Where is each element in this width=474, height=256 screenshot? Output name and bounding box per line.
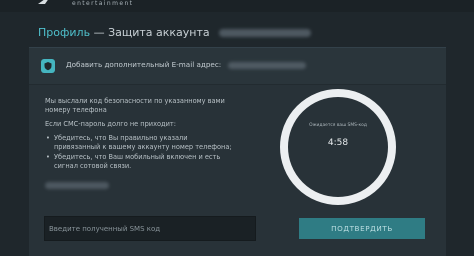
- timer-value: 4:58: [327, 138, 349, 148]
- breadcrumb-separator: —: [93, 26, 105, 39]
- sms-tips-list: Убедитесь, что Вы правильно указали прив…: [45, 134, 235, 171]
- shield-glyph-icon: [44, 62, 52, 71]
- page-title: Защита аккаунта: [108, 26, 210, 39]
- sms-delay-heading: Если СМС-пароль долго не приходит:: [45, 120, 176, 128]
- account-protection-panel: Добавить дополнительный E-mail адрес: Мы…: [29, 47, 446, 256]
- add-email-row: Добавить дополнительный E-mail адрес:: [29, 48, 446, 85]
- add-email-label: Добавить дополнительный E-mail адрес:: [66, 60, 306, 69]
- redacted-email: [227, 61, 306, 69]
- breadcrumb-profile[interactable]: Профиль: [38, 26, 90, 39]
- sms-code-input[interactable]: [44, 216, 256, 241]
- add-email-text: Добавить дополнительный E-mail адрес:: [66, 60, 222, 69]
- sms-sent-message: Мы выслали код безопасности по указанном…: [45, 97, 225, 114]
- list-item: Убедитесь, что Вы правильно указали прив…: [46, 134, 235, 152]
- shield-icon: [41, 59, 55, 73]
- logo-icon: [38, 0, 48, 4]
- page-title-row: Профиль — Защита аккаунта: [38, 25, 474, 41]
- redacted-phone-number: [45, 182, 109, 189]
- sms-instructions: Мы выслали код безопасности по указанном…: [45, 97, 235, 172]
- redacted-account-email: [219, 29, 312, 37]
- timer-caption: Ожидается ваш SMS-код: [309, 123, 367, 128]
- list-item: Убедитесь, что Ваш мобильный включен и е…: [46, 153, 235, 171]
- top-bar: entertainment: [0, 0, 474, 12]
- sms-countdown-timer: Ожидается ваш SMS-код 4:58: [280, 89, 396, 205]
- confirm-button[interactable]: ПОДТВЕРДИТЬ: [299, 218, 425, 239]
- brand-subtitle: entertainment: [72, 0, 134, 7]
